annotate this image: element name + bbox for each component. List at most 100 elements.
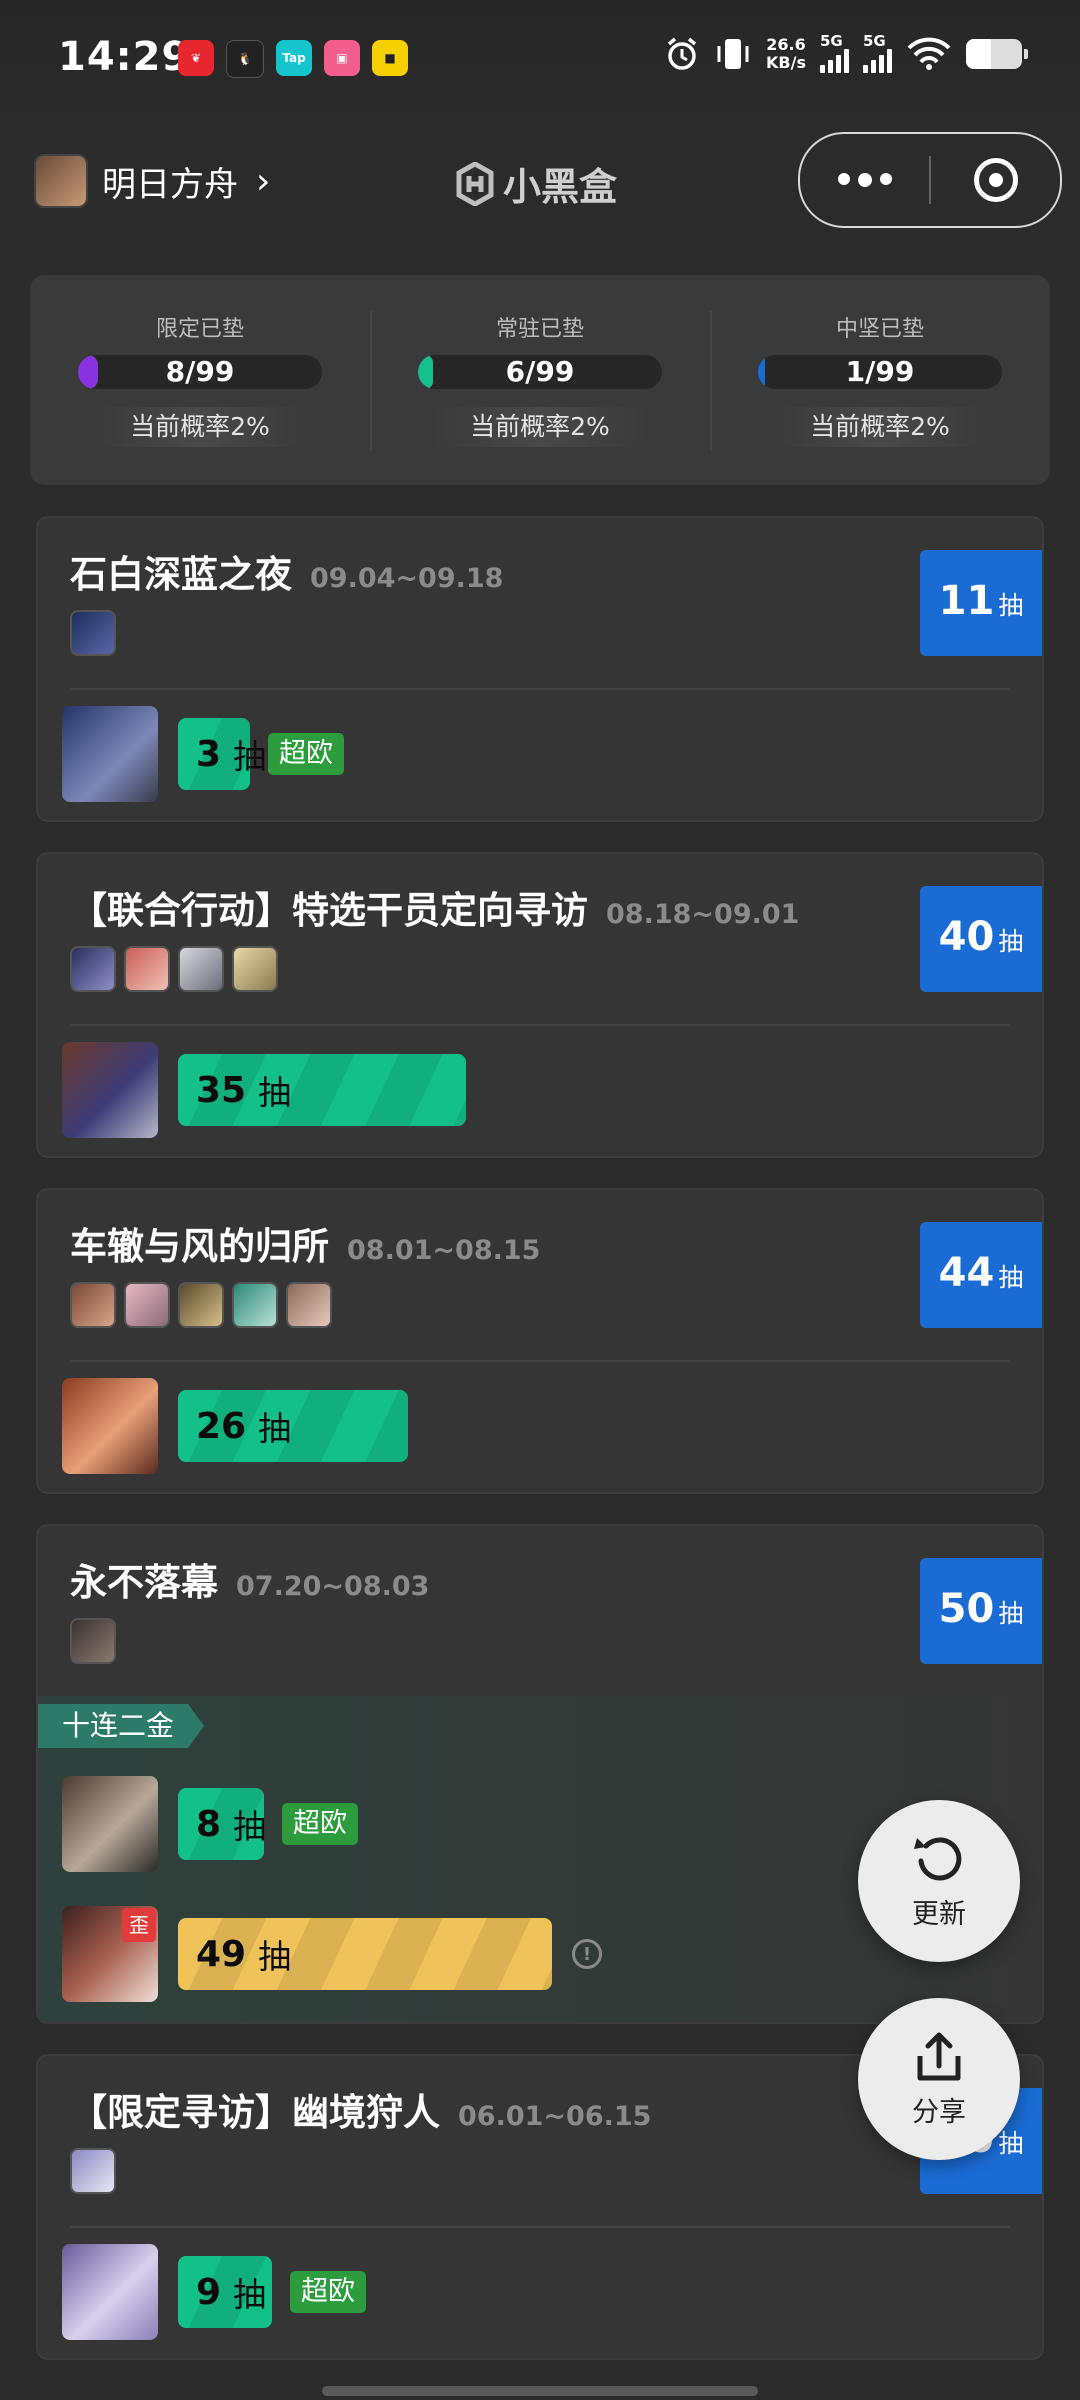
- pity-progress-bar: 1/99: [758, 355, 1002, 389]
- pull-progress-bar: 26 抽: [178, 1390, 408, 1462]
- battery-level: [966, 38, 992, 69]
- refresh-button[interactable]: 更新: [858, 1800, 1020, 1962]
- lucky-tag: 超欧: [268, 733, 344, 775]
- operator-portrait: [62, 1776, 158, 1872]
- banner-pull-count: 44 抽: [920, 1222, 1042, 1328]
- more-button[interactable]: [800, 134, 929, 226]
- pity-label: 常驻已垫: [495, 317, 584, 342]
- app-header: 明日方舟 › 小黑盒: [0, 130, 1080, 230]
- banner-featured-operators: [70, 610, 116, 656]
- pity-limited: 限定已垫 8/99 当前概率2%: [30, 275, 370, 485]
- operator-avatar: [124, 1282, 170, 1328]
- pull-record-row[interactable]: 3 抽 超欧: [62, 706, 344, 802]
- operator-portrait: [62, 1378, 158, 1474]
- pull-unit: 抽: [258, 1937, 292, 1976]
- share-button[interactable]: 分享: [858, 1998, 1020, 2160]
- pull-record-row[interactable]: 8 抽 超欧: [62, 1776, 358, 1872]
- pull-count: 35: [196, 1069, 247, 1111]
- banner-card[interactable]: 车辙与风的归所 08.01~08.15 44 抽 26 抽: [36, 1188, 1044, 1494]
- game-avatar: [34, 154, 88, 208]
- operator-portrait: [62, 1042, 158, 1138]
- off-banner-badge: 歪: [122, 1908, 156, 1942]
- operator-portrait: [62, 2244, 158, 2340]
- banner-card[interactable]: 【联合行动】特选干员定向寻访 08.18~09.01 40 抽 35 抽: [36, 852, 1044, 1158]
- operator-portrait: 歪: [62, 1906, 158, 2002]
- pull-progress-bar: 35 抽: [178, 1054, 466, 1126]
- pull-count-value: 44: [938, 1250, 995, 1296]
- pity-value: 6/99: [505, 355, 575, 388]
- banner-pull-count: 50 抽: [920, 1558, 1042, 1664]
- taptap-label: Tap: [282, 51, 306, 65]
- banner-featured-operators: [70, 2148, 116, 2194]
- operator-avatar: [70, 1282, 116, 1328]
- net-speed: 26.6 KB/s: [766, 34, 806, 72]
- info-icon[interactable]: !: [572, 1939, 602, 1969]
- operator-avatar: [178, 1282, 224, 1328]
- operator-avatar: [70, 946, 116, 992]
- notification-icons: ❦ 🐧 Tap ▣ ■: [178, 40, 408, 78]
- pull-count: 9: [196, 2271, 222, 2313]
- operator-avatar: [178, 946, 224, 992]
- game-name: 明日方舟: [102, 164, 238, 205]
- pull-count: 49: [196, 1933, 247, 1975]
- section-ribbon: 十连二金: [38, 1704, 204, 1748]
- heart-app-icon: ❦: [178, 40, 214, 76]
- operator-avatar: [124, 946, 170, 992]
- pull-record-row[interactable]: 35 抽: [62, 1042, 466, 1138]
- lucky-tag: 超欧: [290, 2271, 366, 2313]
- banner-header: 【联合行动】特选干员定向寻访 08.18~09.01: [70, 880, 799, 934]
- pull-progress-bar: 49 抽: [178, 1918, 552, 1990]
- pull-unit: 抽: [233, 737, 267, 776]
- pull-unit: 抽: [998, 591, 1024, 620]
- pull-record-row[interactable]: 26 抽: [62, 1378, 408, 1474]
- alarm-icon: [667, 37, 697, 70]
- pull-unit: 抽: [258, 1409, 292, 1448]
- battery-icon: [966, 38, 1028, 69]
- banner-date: 09.04~09.18: [310, 563, 504, 594]
- pull-unit: 抽: [233, 2275, 267, 2314]
- divider: [70, 1024, 1010, 1026]
- target-circle-icon: [973, 158, 1018, 202]
- net-speed-value: 26.6: [766, 34, 806, 54]
- divider: [70, 1360, 1010, 1362]
- pull-count: 8: [196, 1803, 222, 1845]
- net-speed-unit: KB/s: [766, 52, 806, 72]
- pull-progress-bar: 8 抽: [178, 1788, 266, 1860]
- vibrate-icon: [717, 38, 749, 69]
- signal-sim2: 5G: [863, 34, 892, 73]
- pity-core: 中坚已垫 1/99 当前概率2%: [710, 275, 1050, 485]
- operator-avatar: [232, 946, 278, 992]
- banner-card[interactable]: 永不落幕 07.20~08.03 50 抽 十连二金 8 抽 超欧 歪 49 抽…: [36, 1524, 1044, 2024]
- pity-summary: 限定已垫 8/99 当前概率2% 常驻已垫 6/99 当前概率2% 中坚已垫 1…: [30, 275, 1050, 485]
- pull-progress-bar: 3 抽: [178, 718, 266, 790]
- signal-bars-icon: [820, 49, 849, 73]
- banner-title: 永不落幕: [70, 1561, 218, 1604]
- operator-avatar: [286, 1282, 332, 1328]
- pull-record-row[interactable]: 歪 49 抽 !: [62, 1906, 602, 2002]
- lucky-tag: 超欧: [282, 1803, 358, 1845]
- brand-name: 小黑盒: [503, 165, 618, 209]
- game-selector[interactable]: 明日方舟 ›: [34, 154, 270, 208]
- pity-value: 1/99: [845, 355, 915, 388]
- banner-date: 08.18~09.01: [606, 899, 800, 930]
- sim2-label: 5G: [863, 32, 886, 50]
- banner-featured-operators: [70, 946, 278, 992]
- pity-label: 中坚已垫: [835, 317, 924, 342]
- pity-rate: 当前概率2%: [432, 407, 648, 447]
- banner-pull-count: 11 抽: [920, 550, 1042, 656]
- operator-avatar: [70, 610, 116, 656]
- pull-count: 26: [196, 1405, 247, 1447]
- divider: [70, 2226, 1010, 2228]
- operator-avatar: [70, 2148, 116, 2194]
- pull-unit: 抽: [998, 1599, 1024, 1628]
- pull-count-value: 40: [938, 914, 995, 960]
- pull-unit: 抽: [998, 1263, 1024, 1292]
- banner-card[interactable]: 石白深蓝之夜 09.04~09.18 11 抽 3 抽 超欧: [36, 516, 1044, 822]
- pity-rate: 当前概率2%: [772, 407, 988, 447]
- heybox-logo-icon: [456, 161, 494, 206]
- signal-bars-icon: [863, 49, 892, 73]
- close-miniprogram-button[interactable]: [931, 134, 1060, 226]
- pull-record-row[interactable]: 9 抽 超欧: [62, 2244, 366, 2340]
- qq-penguin-icon: 🐧: [226, 40, 264, 78]
- home-indicator[interactable]: [322, 2386, 758, 2396]
